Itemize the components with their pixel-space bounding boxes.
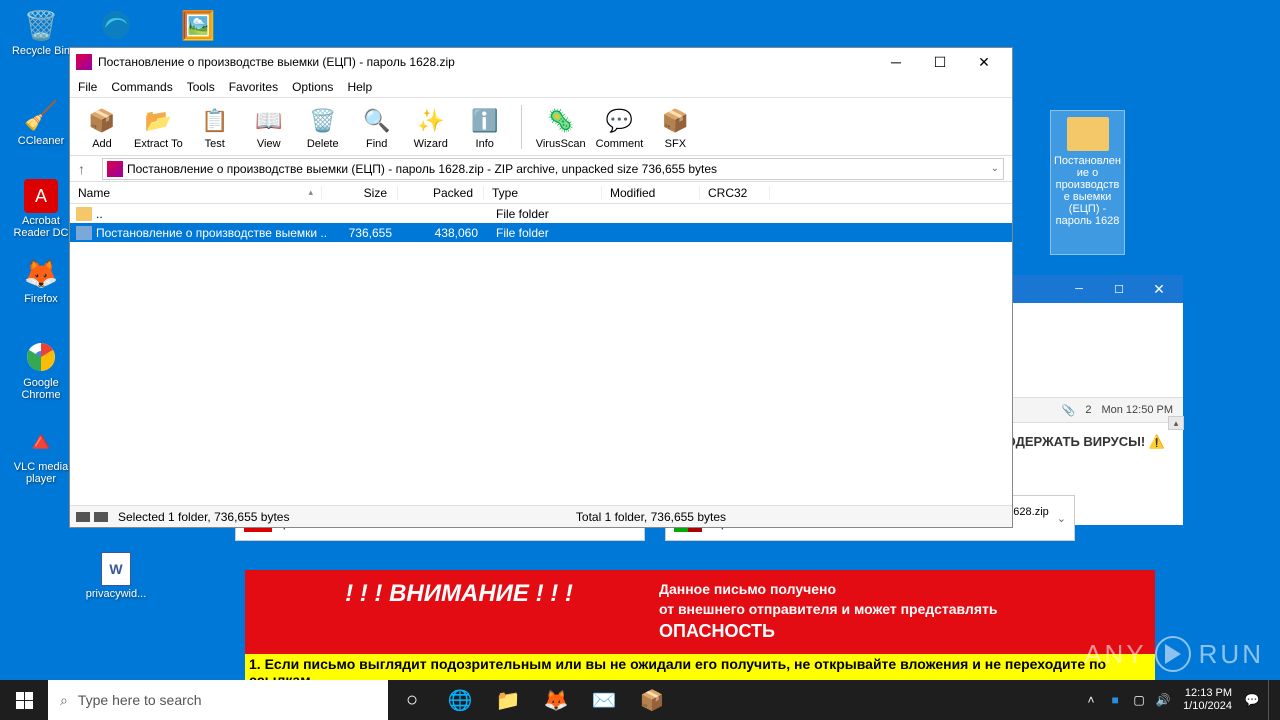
vlc-icon[interactable]: 🔺VLC media player xyxy=(5,421,77,491)
tray-expand-icon[interactable]: ˄ xyxy=(1083,692,1099,708)
toolbar-comment-button[interactable]: 💬Comment xyxy=(596,104,644,150)
sort-indicator-icon: ▴ xyxy=(308,187,313,198)
taskbar: ⌕ Type here to search ○ 🌐 📁 🦊 ✉️ 📦 ˄ ■ ▢… xyxy=(0,680,1280,720)
acrobat-icon[interactable]: AAcrobat Reader DC xyxy=(5,177,77,247)
taskbar-clock[interactable]: 12:13 PM 1/10/2024 xyxy=(1179,687,1236,713)
toolbar-extract-to-button[interactable]: 📂Extract To xyxy=(134,104,183,150)
outlook-max-button[interactable]: ☐ xyxy=(1099,275,1139,303)
outlook-window: ─ ☐ ✕ 📎 2 Mon 12:50 PM ОДЕРЖАТЬ ВИРУСЫ! … xyxy=(1013,275,1183,525)
outlook-titlebar: ─ ☐ ✕ xyxy=(1013,275,1183,303)
menu-help[interactable]: Help xyxy=(347,80,372,94)
start-button[interactable] xyxy=(0,680,48,720)
menu-commands[interactable]: Commands xyxy=(111,80,172,94)
warning-banner: ! ! ! ВНИМАНИЕ ! ! ! Данное письмо получ… xyxy=(245,570,1155,654)
system-tray: ˄ ■ ▢ 🔊 12:13 PM 1/10/2024 💬 xyxy=(1083,680,1280,720)
search-icon: ⌕ xyxy=(60,692,68,709)
file-list[interactable]: ..File folderПостановление о производств… xyxy=(70,204,1012,505)
address-combo[interactable]: Постановление о производстве выемки (ЕЦП… xyxy=(102,158,1004,180)
taskbar-apps: ○ 🌐 📁 🦊 ✉️ 📦 xyxy=(388,680,676,720)
status-icon xyxy=(76,512,90,522)
winrar-app-icon xyxy=(76,54,92,70)
task-cortana-icon[interactable]: ○ xyxy=(388,680,436,720)
privacy-doc-icon[interactable]: Wprivacywid... xyxy=(80,550,152,620)
ccleaner-icon[interactable]: 🧹CCleaner xyxy=(5,95,77,165)
col-size[interactable]: Size xyxy=(322,186,398,200)
file-row[interactable]: ..File folder xyxy=(70,204,1012,223)
menu-options[interactable]: Options xyxy=(292,80,333,94)
winrar-title: Постановление о производстве выемки (ЕЦП… xyxy=(98,55,874,69)
toolbar-wizard-button[interactable]: ✨Wizard xyxy=(409,104,453,150)
col-packed[interactable]: Packed xyxy=(398,186,484,200)
paperclip-icon: 📎 xyxy=(1062,404,1076,417)
search-placeholder: Type here to search xyxy=(78,692,202,708)
status-selected: Selected 1 folder, 736,655 bytes xyxy=(118,510,289,524)
outlook-min-button[interactable]: ─ xyxy=(1059,275,1099,303)
toolbar-sfx-button[interactable]: 📦SFX xyxy=(653,104,697,150)
scrollbar-up-icon[interactable]: ▴ xyxy=(1168,416,1184,430)
menu-file[interactable]: File xyxy=(78,80,97,94)
chevron-down-icon[interactable]: ⌄ xyxy=(1057,512,1066,525)
winrar-addressbar: ↑ Постановление о производстве выемки (Е… xyxy=(70,156,1012,182)
status-icon xyxy=(94,512,108,522)
col-modified[interactable]: Modified xyxy=(602,186,700,200)
column-headers: Name▴ Size Packed Type Modified CRC32 xyxy=(70,182,1012,204)
tray-notification-icon[interactable]: 💬 xyxy=(1244,692,1260,708)
toolbar-view-button[interactable]: 📖View xyxy=(247,104,291,150)
col-name[interactable]: Name▴ xyxy=(70,186,322,200)
winrar-menubar: File Commands Tools Favorites Options He… xyxy=(70,76,1012,98)
winrar-toolbar: 📦Add📂Extract To📋Test📖View🗑️Delete🔍Find✨W… xyxy=(70,98,1012,156)
file-row[interactable]: Постановление о производстве выемки ...7… xyxy=(70,223,1012,242)
toolbar-find-button[interactable]: 🔍Find xyxy=(355,104,399,150)
task-explorer-icon[interactable]: 📁 xyxy=(484,680,532,720)
maximize-button[interactable]: ☐ xyxy=(918,48,962,76)
toolbar-add-button[interactable]: 📦Add xyxy=(80,104,124,150)
outlook-info-line: 📎 2 Mon 12:50 PM xyxy=(1013,397,1183,423)
tray-network-icon[interactable]: ▢ xyxy=(1131,692,1147,708)
toolbar-info-button[interactable]: ℹ️Info xyxy=(463,104,507,150)
close-button[interactable]: ✕ xyxy=(962,48,1006,76)
outlook-close-button[interactable]: ✕ xyxy=(1139,275,1179,303)
winrar-statusbar: Selected 1 folder, 736,655 bytes Total 1… xyxy=(70,505,1012,527)
search-input[interactable]: ⌕ Type here to search xyxy=(48,680,388,720)
col-type[interactable]: Type xyxy=(484,186,602,200)
show-desktop-button[interactable] xyxy=(1268,680,1274,720)
task-edge-icon[interactable]: 🌐 xyxy=(436,680,484,720)
toolbar-delete-button[interactable]: 🗑️Delete xyxy=(301,104,345,150)
desktop-icons-col1: 🗑️Recycle Bin 🧹CCleaner AAcrobat Reader … xyxy=(5,5,77,491)
chevron-down-icon[interactable]: ⌄ xyxy=(991,163,999,174)
winrar-window: Постановление о производстве выемки (ЕЦП… xyxy=(69,47,1013,528)
address-text: Постановление о производстве выемки (ЕЦП… xyxy=(127,162,717,176)
toolbar-test-button[interactable]: 📋Test xyxy=(193,104,237,150)
col-crc[interactable]: CRC32 xyxy=(700,186,770,200)
tray-volume-icon[interactable]: 🔊 xyxy=(1155,692,1171,708)
menu-favorites[interactable]: Favorites xyxy=(229,80,278,94)
minimize-button[interactable]: ─ xyxy=(874,48,918,76)
task-outlook-icon[interactable]: ✉️ xyxy=(580,680,628,720)
chrome-icon[interactable]: Google Chrome xyxy=(5,337,77,407)
winrar-titlebar: Постановление о производстве выемки (ЕЦП… xyxy=(70,48,1012,76)
menu-tools[interactable]: Tools xyxy=(187,80,215,94)
up-button[interactable]: ↑ xyxy=(78,161,94,177)
archive-icon xyxy=(107,161,123,177)
toolbar-virusscan-button[interactable]: 🦠VirusScan xyxy=(536,104,586,150)
task-firefox-icon[interactable]: 🦊 xyxy=(532,680,580,720)
recycle-bin-icon[interactable]: 🗑️Recycle Bin xyxy=(5,5,77,75)
firefox-icon[interactable]: 🦊Firefox xyxy=(5,253,77,323)
desktop-folder-selected[interactable]: Постановление о производстве выемки (ЕЦП… xyxy=(1050,110,1125,255)
task-winrar-icon[interactable]: 📦 xyxy=(628,680,676,720)
tray-outlook-icon[interactable]: ■ xyxy=(1107,692,1123,708)
status-total: Total 1 folder, 736,655 bytes xyxy=(576,510,726,524)
